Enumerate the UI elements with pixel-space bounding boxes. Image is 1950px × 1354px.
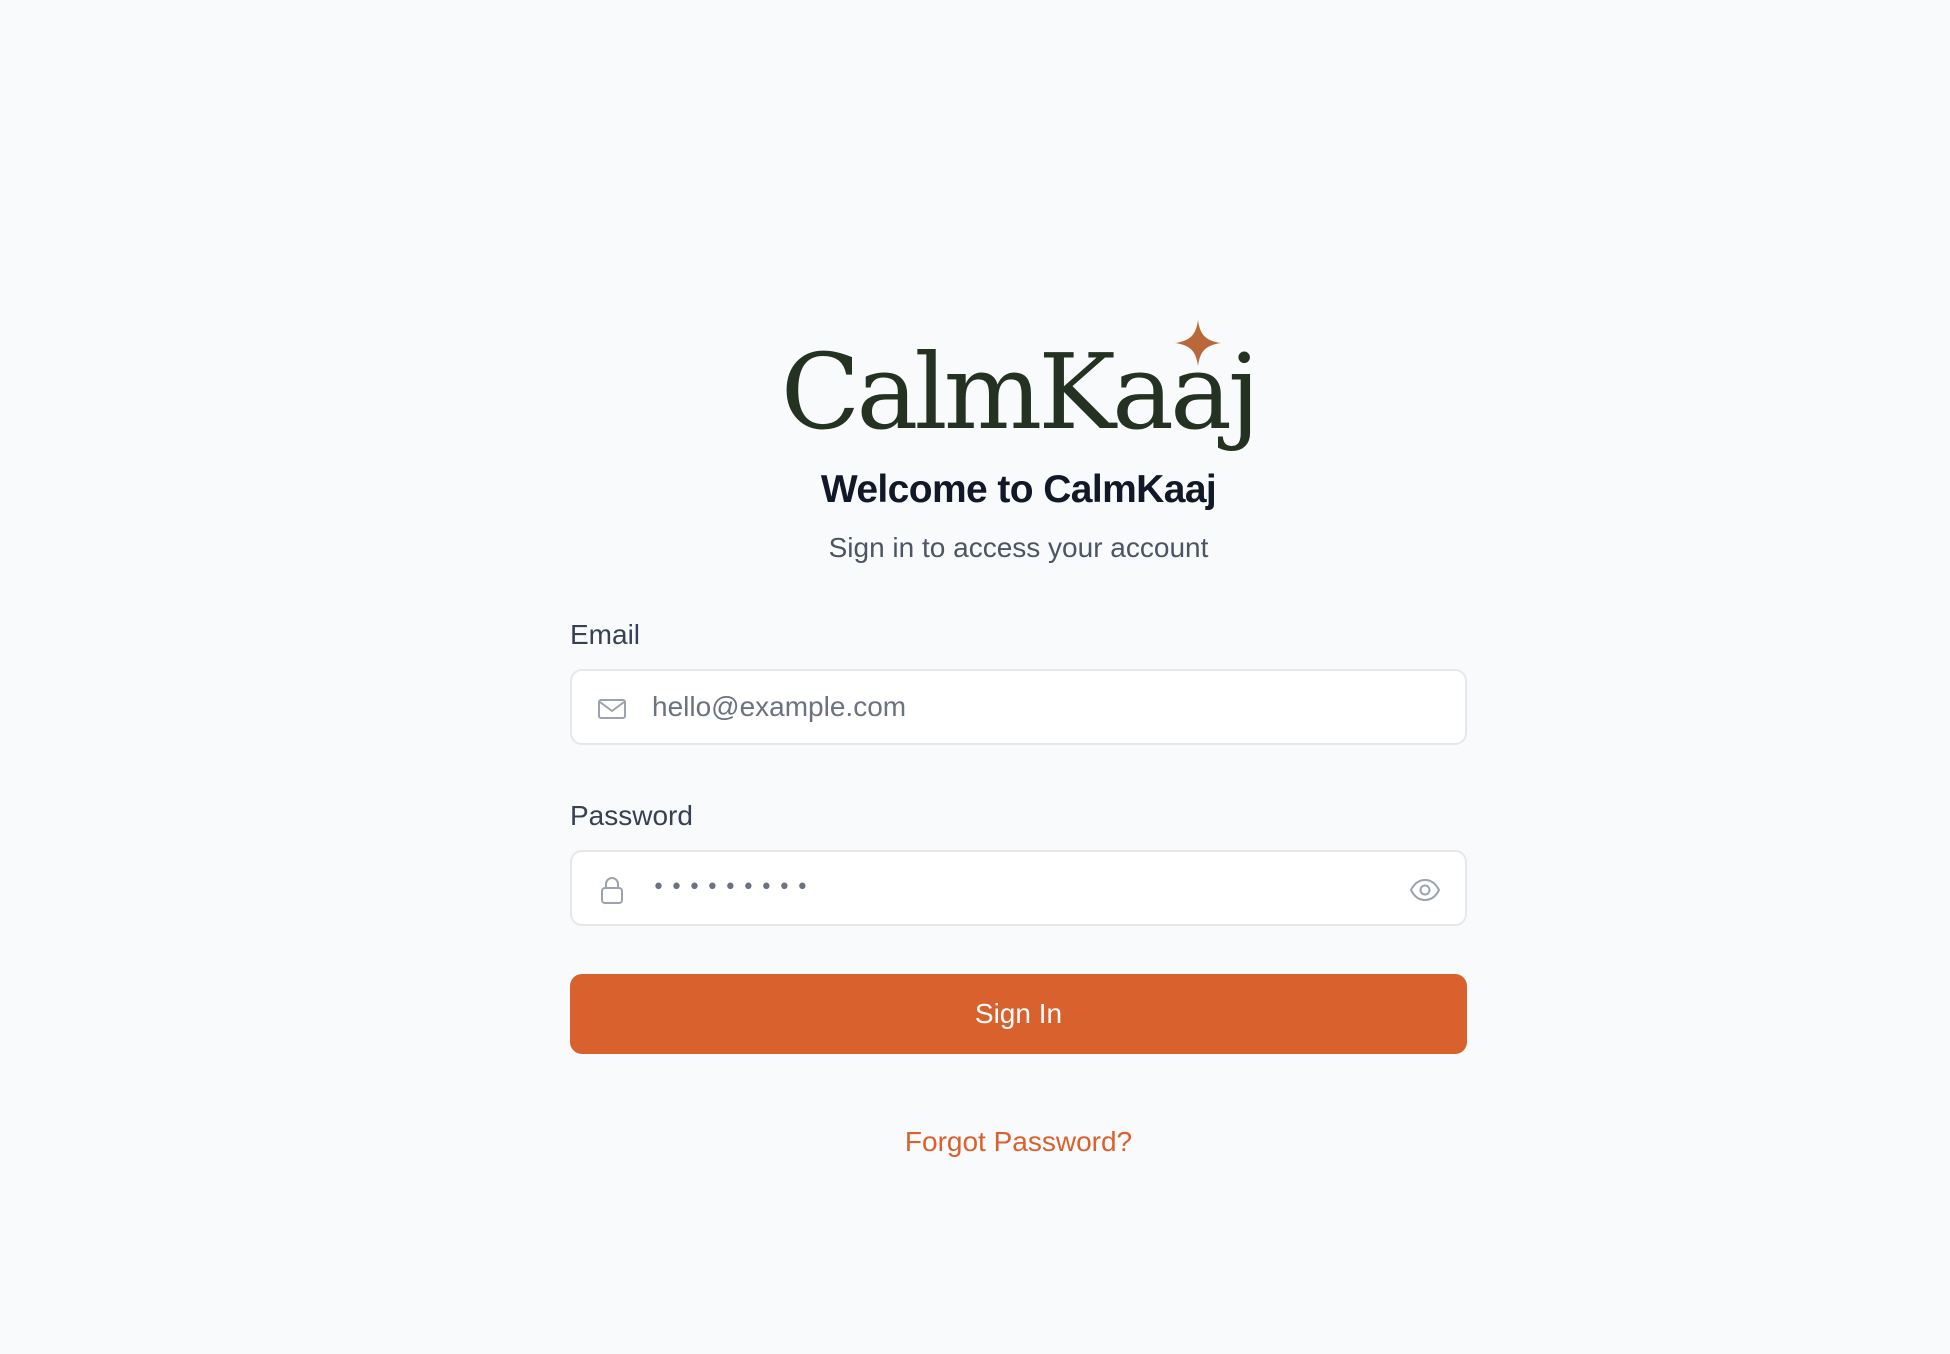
page-title: Welcome to CalmKaaj — [820, 468, 1217, 511]
password-input[interactable]: ••••••••• — [652, 852, 814, 924]
email-input[interactable] — [652, 671, 1385, 744]
page-subtitle: Sign in to access your account — [828, 531, 1209, 563]
logo-text: CalmKaaj — [780, 331, 1260, 453]
sign-in-button[interactable]: Sign In — [570, 973, 1467, 1054]
forgot-password-link[interactable]: Forgot Password? — [570, 1126, 1467, 1158]
lock-icon — [601, 876, 623, 904]
password-label: Password — [570, 800, 693, 832]
logo: CalmKaaj — [570, 310, 1467, 460]
password-field[interactable]: ••••••••• — [570, 849, 1467, 926]
sparkle-icon — [1175, 320, 1221, 366]
email-label: Email — [570, 619, 641, 651]
eye-icon[interactable] — [1409, 874, 1441, 906]
login-container: CalmKaaj Welcome to CalmKaaj Sign in to … — [570, 310, 1467, 1158]
email-field[interactable] — [570, 669, 1467, 746]
mail-icon — [598, 699, 626, 720]
